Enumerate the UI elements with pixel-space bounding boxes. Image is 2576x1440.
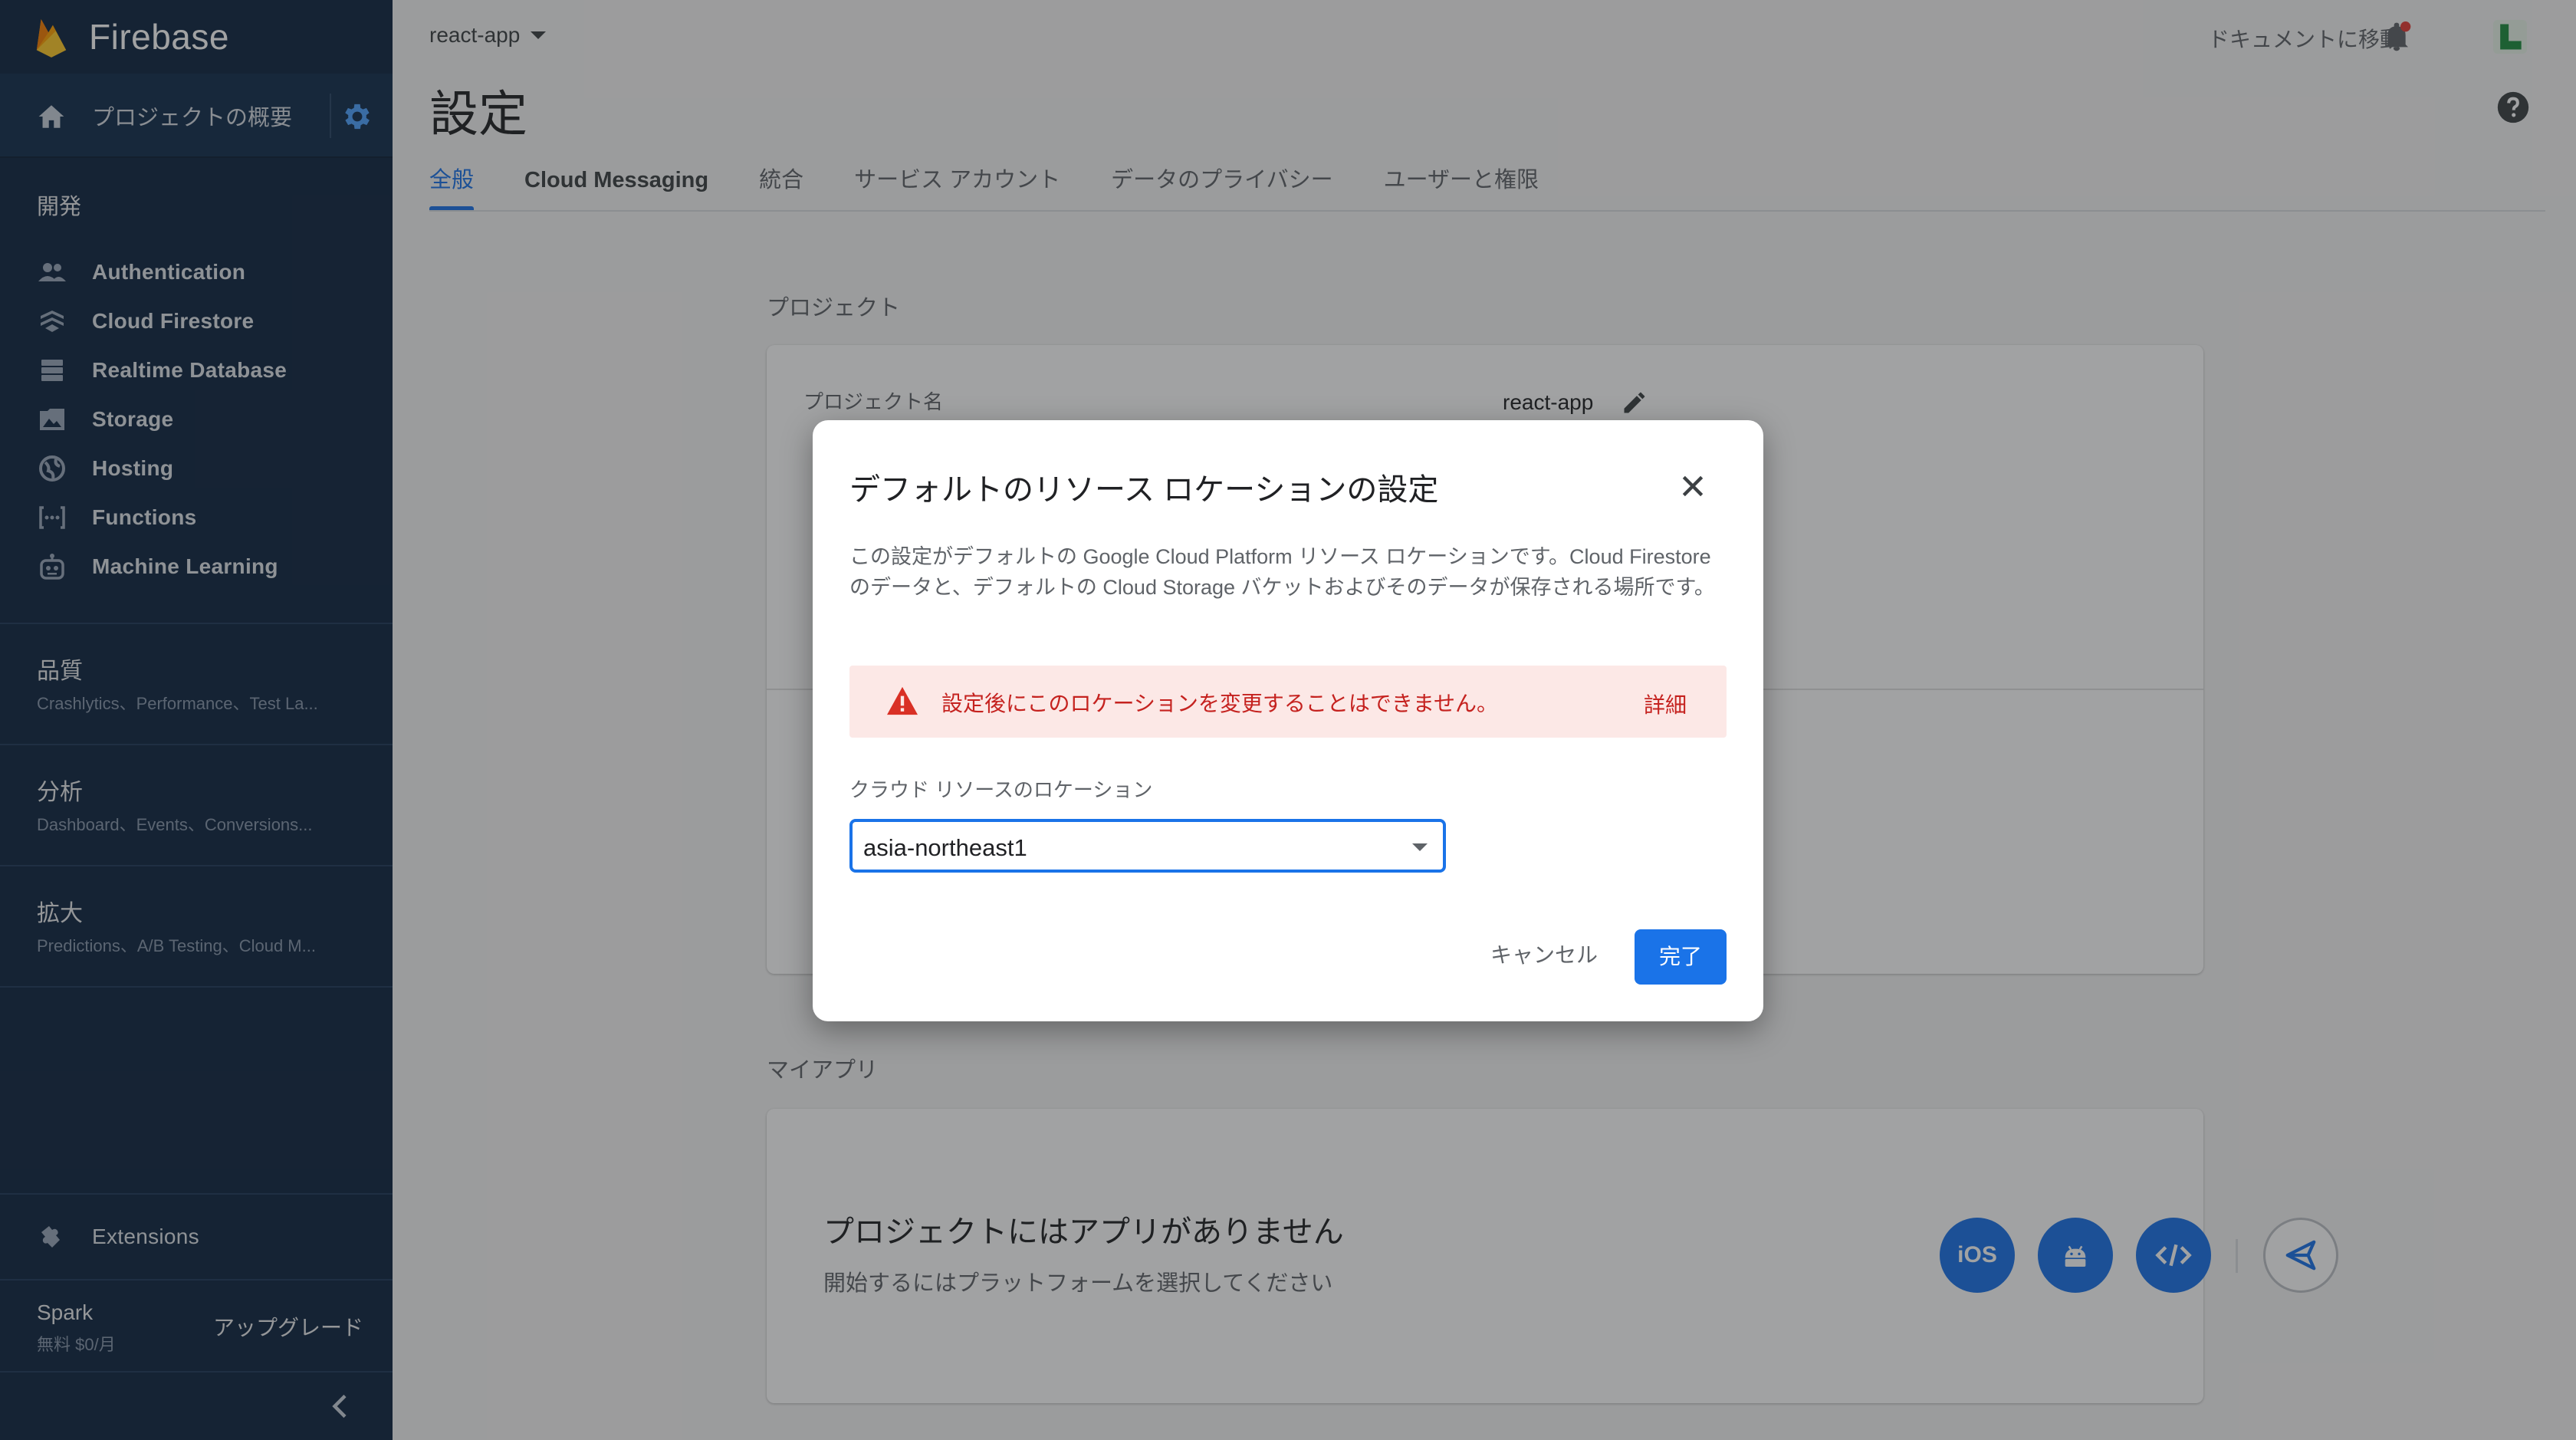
learn-more-link[interactable]: 詳細 (1644, 689, 1687, 719)
done-button[interactable]: 完了 (1635, 929, 1727, 985)
dropdown-arrow-icon (1412, 843, 1428, 851)
location-field-label: クラウド リソースのロケーション (849, 778, 1153, 801)
warning-text: 設定後にこのロケーションを変更することはできません。 (941, 692, 1499, 715)
cancel-button[interactable]: キャンセル (1474, 932, 1615, 978)
warning-icon (887, 686, 918, 715)
location-select[interactable]: asia-northeast1 (849, 819, 1446, 873)
warning-banner: 設定後にこのロケーションを変更することはできません。 詳細 (849, 666, 1727, 738)
dialog-title: デフォルトのリソース ロケーションの設定 (849, 473, 1439, 507)
close-icon[interactable] (1677, 471, 1708, 501)
location-select-value: asia-northeast1 (863, 834, 1027, 861)
resource-location-dialog: デフォルトのリソース ロケーションの設定 この設定がデフォルトの Google … (813, 420, 1763, 1021)
dialog-description: この設定がデフォルトの Google Cloud Platform リソース ロ… (849, 545, 1715, 599)
